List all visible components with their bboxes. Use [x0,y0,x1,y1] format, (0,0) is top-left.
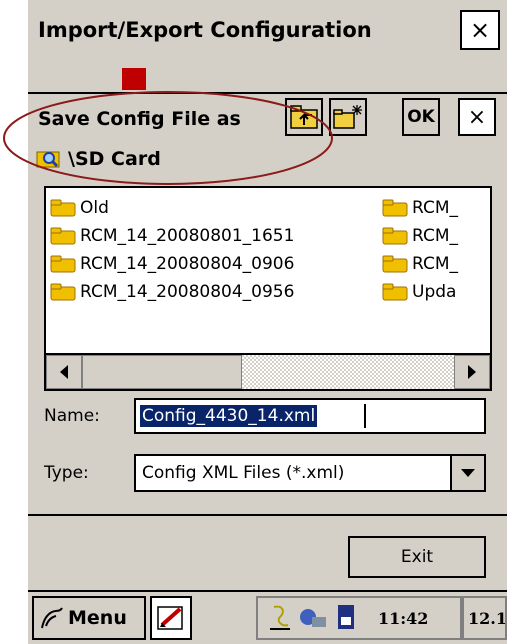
name-field[interactable]: Config_4430_14.xml [134,398,486,434]
up-folder-button[interactable] [285,98,323,136]
scroll-right-button[interactable] [454,355,490,389]
folder-icon [50,283,76,301]
background-toolbar-strip [42,66,462,90]
path-breadcrumb: \SD Card [36,146,161,170]
app-icon [157,606,183,630]
arrow-left-icon [60,365,68,379]
new-folder-button[interactable] [329,98,367,136]
device-screen: Import/Export Configuration × Save Confi… [28,0,507,644]
ok-button[interactable]: OK [402,98,440,136]
tray-text: 12.1 [462,596,507,640]
up-folder-icon [290,105,318,129]
folder-icon [382,255,408,273]
window-title: Import/Export Configuration [38,18,372,42]
list-item[interactable]: RCM_14_20080804_0906 [50,252,294,276]
taskbar: Menu 11:42 12.1 [28,590,507,644]
start-menu-button[interactable]: Menu [32,596,146,640]
text-caret [364,404,366,428]
horizontal-scrollbar[interactable] [46,353,490,389]
arrow-right-icon [468,365,476,379]
footer-area: Exit [28,514,507,592]
connection-icon [273,605,289,627]
type-dropdown-button[interactable] [450,456,484,490]
chevron-down-icon [461,469,475,477]
folder-icon [50,199,76,217]
menu-label: Menu [68,607,127,629]
tray-icons [270,605,354,630]
clock: 11:42 [378,609,429,628]
list-item[interactable]: RCM_14_20080801_1651 [50,224,294,248]
new-folder-icon [333,105,362,129]
folder-icon [382,283,408,301]
scrollbar-thumb[interactable] [82,355,242,389]
list-item[interactable]: RCM_ [382,196,458,220]
type-select[interactable]: Config XML Files (*.xml) [134,454,486,492]
name-label: Name: [44,406,100,426]
folder-icon [382,199,408,217]
folder-icon [50,227,76,245]
scroll-left-button[interactable] [46,355,82,389]
start-flag-icon [41,607,63,629]
path-text: \SD Card [68,148,161,170]
type-label: Type: [44,463,89,483]
dialog-title: Save Config File as [38,108,241,130]
folder-search-icon [36,151,60,168]
dialog-close-button[interactable]: × [458,98,496,136]
file-list[interactable]: Old RCM_14_20080801_1651 RCM_14_20080804… [44,186,492,391]
window-close-button[interactable]: × [460,10,500,50]
folder-icon [50,255,76,273]
list-item[interactable]: Upda [382,280,456,304]
red-icon [122,68,146,90]
system-tray: 11:42 [256,596,462,640]
exit-button[interactable]: Exit [348,536,486,578]
list-item[interactable]: RCM_14_20080804_0956 [50,280,294,304]
list-item[interactable]: RCM_ [382,252,458,276]
name-value: Config_4430_14.xml [140,405,318,427]
list-item[interactable]: RCM_ [382,224,458,248]
type-value: Config XML Files (*.xml) [142,463,345,483]
list-item[interactable]: Old [50,196,109,220]
save-dialog: Save Config File as OK × \SD Card Old RC… [28,92,507,514]
folder-icon [382,227,408,245]
window-titlebar: Import/Export Configuration × [28,0,507,64]
app-button[interactable] [150,596,192,640]
